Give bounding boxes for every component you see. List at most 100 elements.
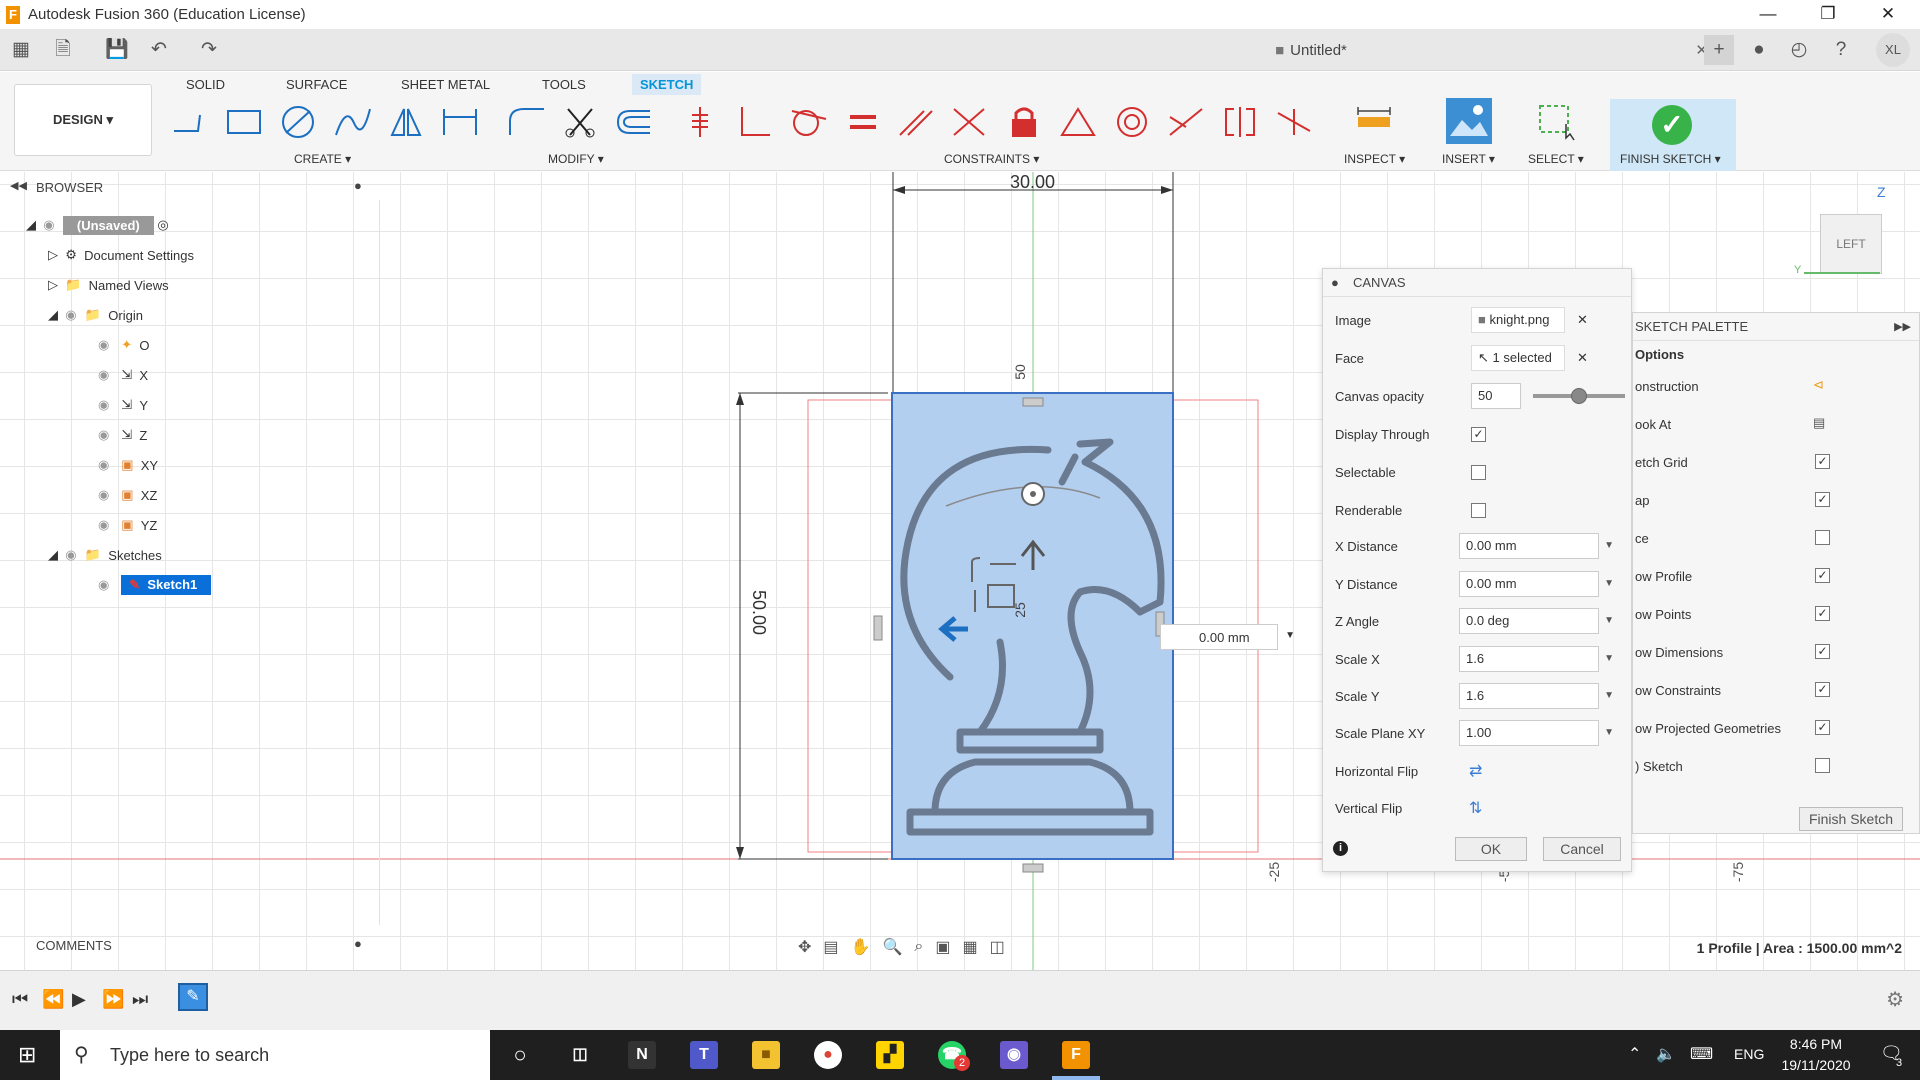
task-view-icon[interactable]: ◫ — [566, 1041, 594, 1069]
vertical-flip-icon[interactable]: ⇅ — [1469, 798, 1482, 818]
expand-icon[interactable]: ▷ — [48, 277, 58, 293]
look-at-icon[interactable]: ▤ — [823, 937, 838, 957]
browser-item-xz-plane[interactable]: ◉ ▣ XZ — [98, 484, 157, 506]
user-avatar[interactable]: XL — [1876, 33, 1910, 67]
scale-x-input[interactable]: 1.6 ▼ — [1459, 646, 1614, 672]
expand-icon[interactable]: ◢ — [48, 547, 58, 563]
arc-spline-tool-icon[interactable] — [330, 102, 374, 142]
fillet-tool-icon[interactable] — [504, 102, 548, 142]
insert-menu[interactable]: INSERT ▾ — [1442, 152, 1495, 166]
visibility-eye-icon[interactable]: ◉ — [65, 307, 81, 323]
viewports-icon[interactable]: ◫ — [990, 937, 1005, 957]
width-dimension-label[interactable]: 30.00 — [1010, 172, 1055, 193]
timeline-end-icon[interactable]: ⏭ — [132, 989, 148, 1010]
concentric-constraint-icon[interactable] — [1110, 102, 1154, 142]
trim-tool-icon[interactable] — [558, 102, 602, 142]
browser-item-x-axis[interactable]: ◉ ⇲ X — [98, 364, 148, 386]
fusion-taskbar-icon[interactable]: F — [1062, 1041, 1090, 1069]
tangent-constraint-icon[interactable] — [786, 102, 830, 142]
orbit-icon[interactable]: ✥ — [798, 937, 811, 957]
dropdown-icon[interactable]: ▼ — [1604, 721, 1614, 745]
browser-item-document-settings[interactable]: ▷ ⚙ Document Settings — [48, 244, 194, 266]
palette-checkbox[interactable]: ✓ — [1815, 492, 1830, 507]
distance-dropdown-icon[interactable]: ▼ — [1285, 630, 1295, 641]
comments-panel-header[interactable]: COMMENTS ● — [6, 934, 380, 958]
collinear-constraint-icon[interactable] — [1164, 102, 1208, 142]
redo-icon[interactable]: ↷ — [196, 38, 222, 62]
image-select-field[interactable]: ■ knight.png — [1471, 307, 1565, 333]
palette-checkbox[interactable]: ✓ — [1815, 644, 1830, 659]
timeline-start-icon[interactable]: ⏮ — [12, 989, 28, 1010]
notion-app-icon[interactable]: N — [628, 1041, 656, 1069]
visibility-eye-icon[interactable]: ◉ — [65, 547, 81, 563]
browser-panel-header[interactable]: ◀◀ BROWSER ● — [6, 176, 380, 200]
opacity-slider-track[interactable] — [1533, 388, 1625, 404]
palette-checkbox[interactable]: ✓ — [1815, 454, 1830, 469]
look-at-icon[interactable]: ▤ — [1813, 415, 1825, 431]
browser-item-sketches[interactable]: ◢ ◉ 📁 Sketches — [48, 544, 162, 566]
expand-icon[interactable]: ◢ — [48, 307, 58, 323]
dropdown-icon[interactable]: ▼ — [1604, 534, 1614, 558]
mirror-tool-icon[interactable] — [384, 102, 428, 142]
dropdown-icon[interactable]: ▼ — [1604, 572, 1614, 596]
equal-constraint-icon[interactable] — [840, 102, 884, 142]
browser-pin-icon[interactable]: ● — [354, 178, 362, 193]
tray-chevron-icon[interactable]: ⌃ — [1628, 1044, 1641, 1064]
active-component-icon[interactable]: ◎ — [157, 217, 168, 233]
document-tab[interactable]: ■ Untitled* ✕ — [914, 29, 1708, 71]
rectangle-tool-icon[interactable] — [222, 102, 266, 142]
browser-item-y-axis[interactable]: ◉ ⇲ Y — [98, 394, 148, 416]
visibility-eye-icon[interactable]: ◉ — [98, 457, 114, 473]
selectable-checkbox[interactable] — [1471, 465, 1486, 480]
line-tool-icon[interactable] — [168, 102, 212, 142]
workspace-switcher-button[interactable]: DESIGN ▾ — [14, 84, 152, 156]
palette-checkbox[interactable]: ✓ — [1815, 606, 1830, 621]
new-tab-icon[interactable]: + — [1704, 35, 1734, 65]
info-icon[interactable]: i — [1333, 841, 1348, 856]
select-menu[interactable]: SELECT ▾ — [1528, 152, 1584, 166]
grid-settings-icon[interactable]: ▦ — [962, 937, 977, 957]
undo-icon[interactable]: ↶ — [146, 38, 172, 62]
palette-checkbox[interactable]: ✓ — [1815, 720, 1830, 735]
browser-item-named-views[interactable]: ▷ 📁 Named Views — [48, 274, 169, 296]
cortana-icon[interactable]: ○ — [506, 1041, 534, 1069]
dropdown-icon[interactable]: ▼ — [1604, 684, 1614, 708]
collapse-dialog-icon[interactable]: ● — [1331, 269, 1339, 297]
taskbar-search-box[interactable]: ⚲ Type here to search — [60, 1030, 490, 1080]
midpoint-constraint-icon[interactable] — [1056, 102, 1100, 142]
pan-icon[interactable]: ✋ — [851, 937, 871, 957]
cancel-button[interactable]: Cancel — [1543, 837, 1621, 861]
symmetry-constraint-icon[interactable] — [1218, 102, 1262, 142]
opacity-input[interactable]: 50 — [1471, 383, 1521, 409]
expand-icon[interactable]: ◢ — [26, 217, 36, 233]
window-select-icon[interactable] — [1534, 102, 1578, 142]
z-angle-input[interactable]: 0.0 deg ▼ — [1459, 608, 1614, 634]
visibility-eye-icon[interactable]: ◉ — [98, 517, 114, 533]
timeline-next-icon[interactable]: ⏩ — [102, 989, 124, 1010]
visibility-eye-icon[interactable]: ◉ — [98, 487, 114, 503]
clear-image-icon[interactable]: ✕ — [1577, 312, 1588, 328]
horizontal-flip-icon[interactable]: ⇄ — [1469, 761, 1482, 781]
windows-start-icon[interactable]: ⊞ — [18, 1042, 36, 1068]
construction-toggle-icon[interactable]: ⊲ — [1813, 377, 1824, 393]
clear-face-icon[interactable]: ✕ — [1577, 350, 1588, 366]
visibility-eye-icon[interactable]: ◉ — [98, 427, 114, 443]
height-dimension-label[interactable]: 50.00 — [748, 590, 769, 635]
dropdown-icon[interactable]: ▼ — [1604, 647, 1614, 671]
dimension-tool-icon[interactable] — [438, 102, 482, 142]
visibility-eye-icon[interactable]: ◉ — [98, 337, 114, 353]
palette-checkbox[interactable]: ✓ — [1815, 568, 1830, 583]
opacity-slider-thumb[interactable] — [1571, 388, 1587, 404]
create-menu[interactable]: CREATE ▾ — [294, 152, 351, 166]
circle-tool-icon[interactable] — [276, 102, 320, 142]
y-distance-input[interactable]: 0.00 mm ▼ — [1459, 571, 1614, 597]
finish-sketch-button[interactable]: ✓ FINISH SKETCH ▾ — [1610, 99, 1736, 171]
palette-checkbox[interactable] — [1815, 530, 1830, 545]
palette-checkbox[interactable] — [1815, 758, 1830, 773]
tab-sketch[interactable]: SKETCH — [632, 74, 702, 95]
file-explorer-icon[interactable]: ■ — [752, 1041, 780, 1069]
extensions-icon[interactable]: ● — [1746, 38, 1772, 62]
clock-time[interactable]: 8:46 PM — [1776, 1036, 1856, 1052]
restore-icon[interactable]: ❐ — [1800, 0, 1856, 29]
tab-tools[interactable]: TOOLS — [534, 74, 594, 95]
